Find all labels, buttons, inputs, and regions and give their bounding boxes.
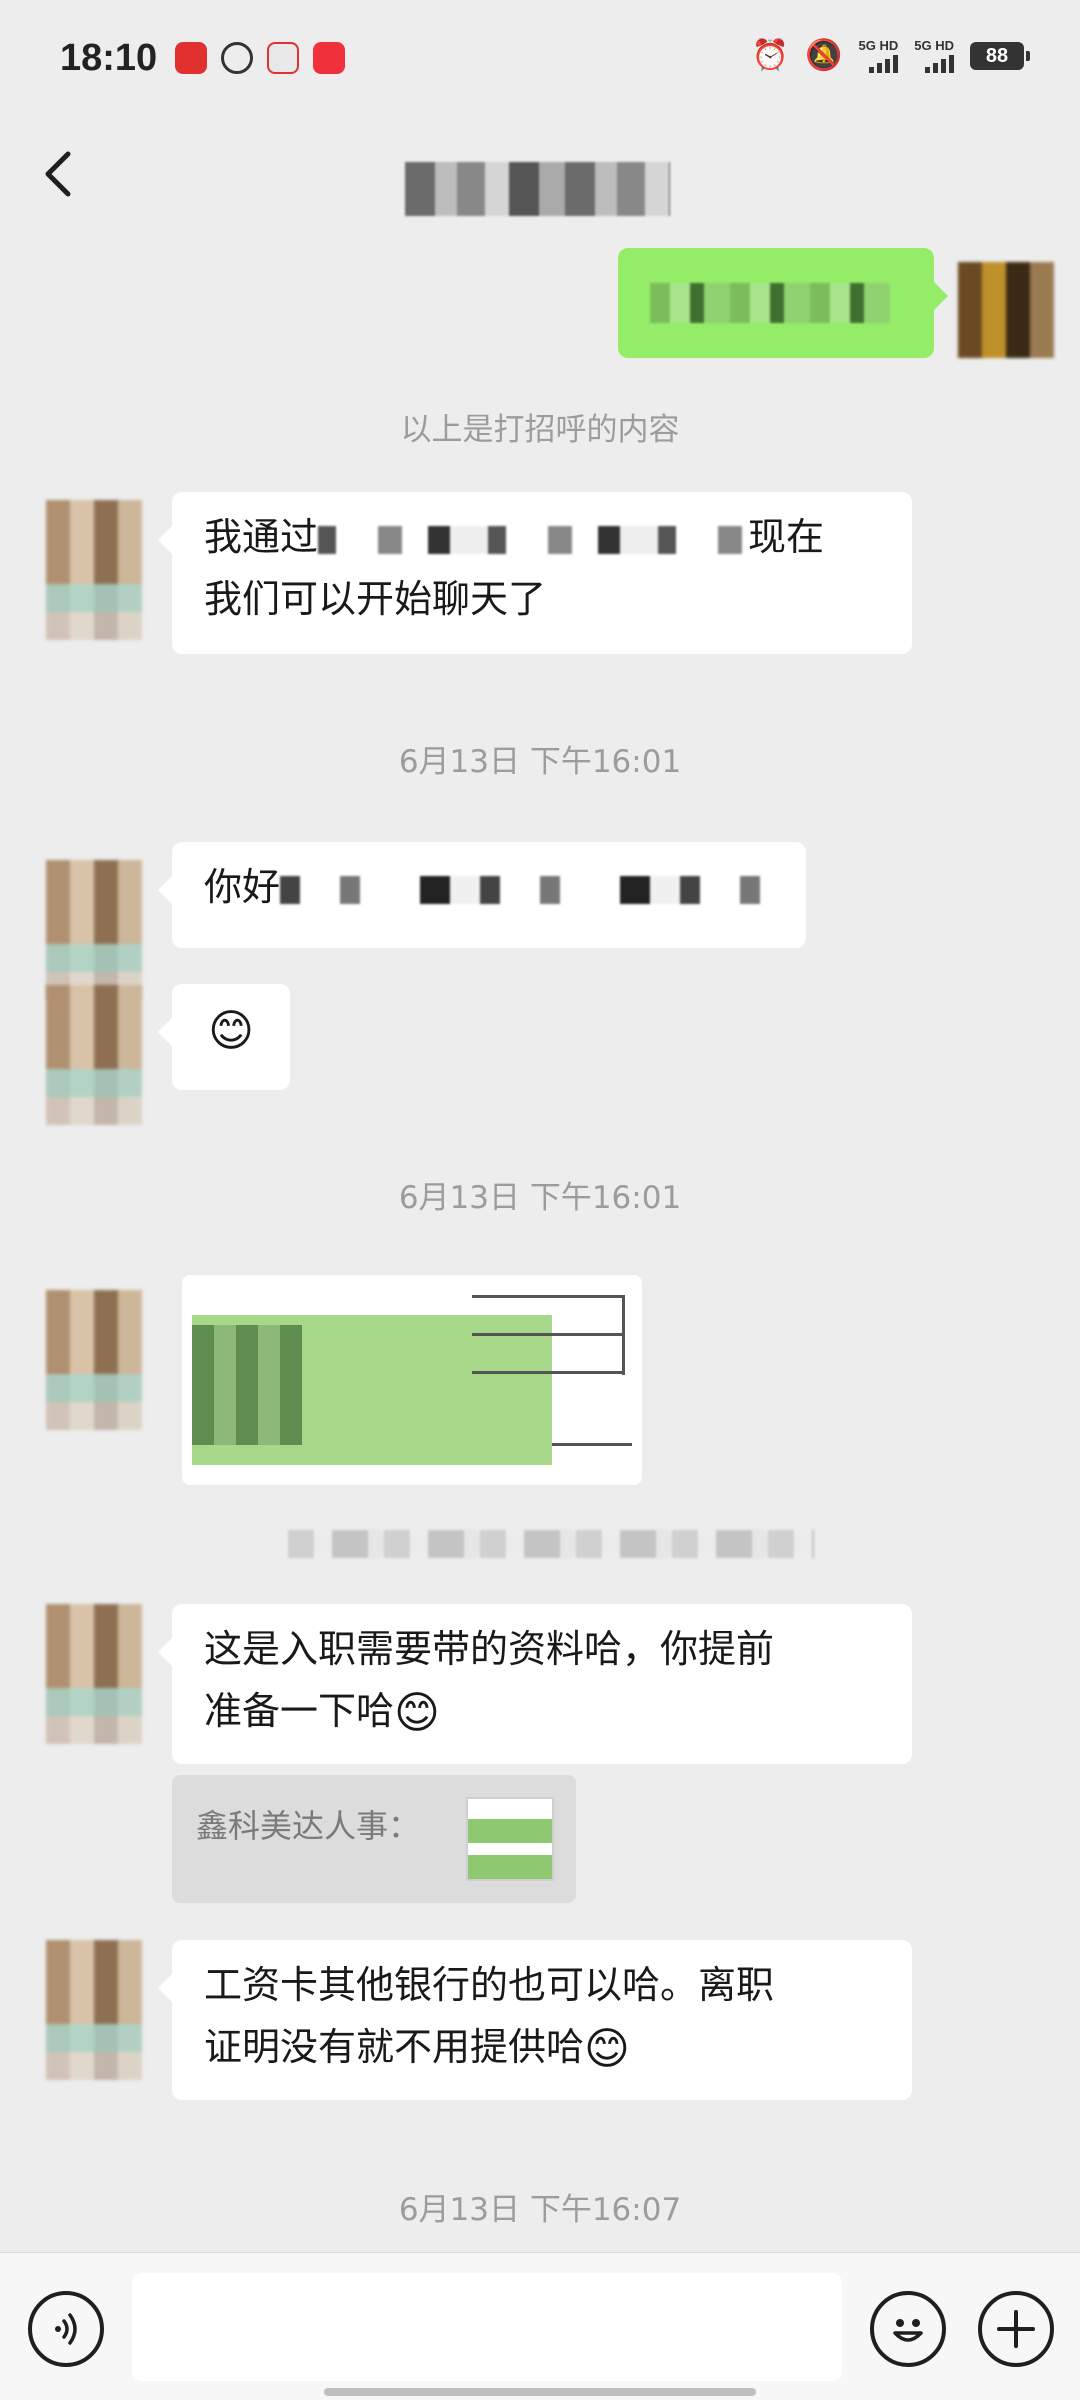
- message-text: 证明没有就不用提供哈: [204, 2025, 585, 2069]
- signal-1: 5G HD: [858, 37, 899, 73]
- message-text: 现在: [748, 515, 825, 559]
- greeting-notice: 以上是打招呼的内容: [400, 412, 680, 448]
- mute-icon: 🔕: [805, 38, 843, 73]
- quoted-message[interactable]: 鑫科美达人事：: [172, 1775, 576, 1903]
- emoji-button[interactable]: [870, 2291, 946, 2367]
- message-bubble[interactable]: 我通过 现在 我们可以开始聊天了: [158, 492, 912, 654]
- alarm-icon: ⏰: [751, 38, 790, 73]
- contact-avatar[interactable]: [46, 1604, 142, 1744]
- timestamp: 6月13日 下午16:01: [398, 744, 682, 780]
- quote-thumbnail: [466, 1797, 554, 1881]
- self-avatar[interactable]: [958, 262, 1054, 358]
- image-content: [552, 1443, 632, 1446]
- message-text: 准备一下哈: [204, 1689, 395, 1733]
- message-bubble[interactable]: 这是入职需要带的资料哈，你提前 准备一下哈😊: [158, 1604, 912, 1764]
- image-content: [472, 1333, 622, 1336]
- contact-avatar[interactable]: [46, 1290, 142, 1430]
- contact-avatar[interactable]: [46, 985, 142, 1125]
- status-indicators: ⏰ 🔕 5G HD 5G HD 88: [751, 37, 1030, 73]
- signal-2-label: 5G HD: [914, 37, 954, 53]
- app-notification-icon: [175, 42, 208, 74]
- quote-sender: 鑫科美达人事：: [196, 1807, 421, 1845]
- redacted-system-text: [288, 1530, 814, 1558]
- message-text: 我通过: [204, 515, 319, 559]
- status-time: 18:10: [60, 36, 158, 79]
- message-bubble[interactable]: 工资卡其他银行的也可以哈。离职 证明没有就不用提供哈😊: [158, 1940, 912, 2100]
- image-content: [192, 1325, 302, 1445]
- signal-bars-icon: [925, 53, 954, 73]
- signal-bars-icon: [869, 53, 899, 73]
- battery-indicator: 88: [970, 41, 1030, 70]
- smiley-icon: [893, 2319, 923, 2342]
- input-bar: [0, 2252, 1080, 2400]
- timestamp: 6月13日 下午16:07: [398, 2192, 682, 2228]
- home-indicator[interactable]: [324, 2388, 756, 2396]
- redacted-text: [650, 282, 890, 323]
- contact-avatar[interactable]: [46, 860, 142, 1000]
- chat-header: [0, 120, 1080, 230]
- voice-button[interactable]: [28, 2291, 104, 2367]
- timestamp: 6月13日 下午16:01: [398, 1180, 682, 1216]
- image-content: [622, 1295, 625, 1375]
- status-bar: 18:10 ⏰ 🔕 5G HD 5G HD 88: [0, 0, 1080, 116]
- signal-1-label: 5G HD: [858, 37, 899, 53]
- chevron-left-icon: [45, 151, 71, 197]
- message-text: 这是入职需要带的资料哈，你提前: [204, 1627, 775, 1671]
- message-text: 我们可以开始聊天了: [204, 577, 547, 621]
- message-text: 工资卡其他银行的也可以哈。离职: [204, 1963, 775, 2007]
- redacted-text: [318, 525, 749, 554]
- smile-emoji-icon: 😊: [584, 2023, 630, 2075]
- message-bubble[interactable]: 你好: [158, 842, 806, 948]
- smile-emoji-icon: 😊: [208, 1005, 254, 1057]
- image-content: [472, 1371, 622, 1374]
- contact-avatar[interactable]: [46, 500, 142, 640]
- image-message[interactable]: [182, 1275, 642, 1485]
- back-button[interactable]: [34, 144, 84, 204]
- redacted-text: [280, 875, 761, 904]
- self-message-bubble[interactable]: [618, 248, 948, 358]
- app-notification-icon: [267, 42, 300, 74]
- smile-emoji-icon: 😊: [394, 1687, 440, 1739]
- message-text: 你好: [204, 865, 281, 909]
- more-button[interactable]: [978, 2291, 1054, 2367]
- plus-icon: [997, 2310, 1035, 2348]
- chat-title-redacted: [405, 162, 670, 216]
- signal-2: 5G HD: [914, 37, 954, 73]
- image-content: [472, 1295, 622, 1298]
- contact-avatar[interactable]: [46, 1940, 142, 2080]
- app-notification-icon: [313, 42, 346, 74]
- emoji-message-bubble[interactable]: 😊: [158, 984, 290, 1090]
- message-input[interactable]: [132, 2273, 842, 2381]
- voice-icon: [55, 2313, 77, 2345]
- alarm-icon: [221, 42, 254, 74]
